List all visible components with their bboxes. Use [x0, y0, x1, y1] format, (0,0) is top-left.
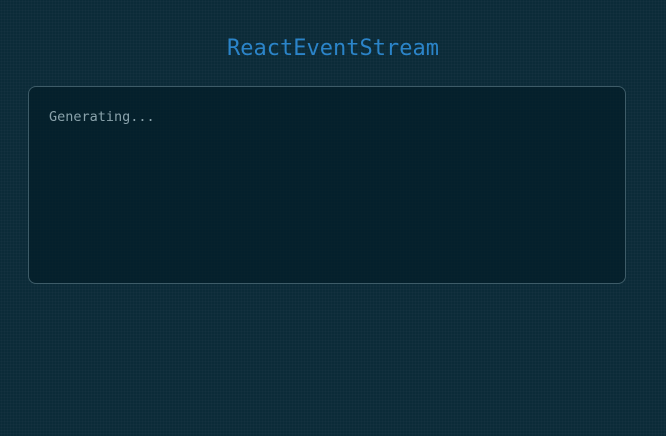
stream-status-text: Generating...: [49, 109, 155, 125]
event-stream-output-panel: Generating...: [28, 86, 626, 284]
page-title: ReactEventStream: [227, 36, 439, 61]
